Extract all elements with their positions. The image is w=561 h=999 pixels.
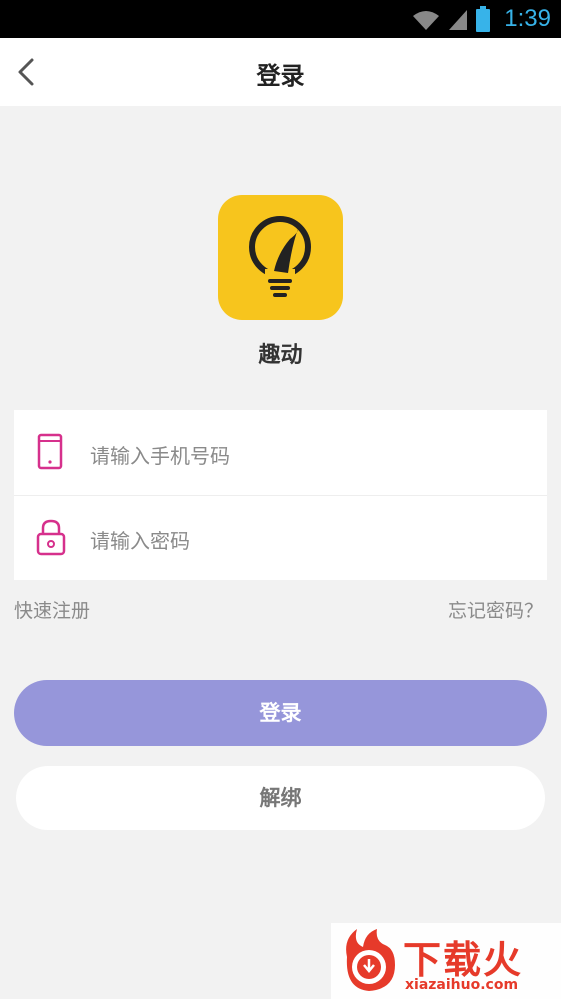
password-input[interactable]: 请输入密码 [90,525,190,554]
unbind-button[interactable]: 解绑 [16,766,545,830]
lightbulb-icon [249,216,311,297]
lock-icon [36,519,66,556]
nav-bar: 登录 [0,38,561,106]
page-title: 登录 [256,62,305,90]
battery-icon [476,6,490,32]
register-link[interactable]: 快速注册 [14,596,90,623]
flame-logo-icon [346,929,395,991]
watermark-url: xiazaihuo.com [405,977,519,993]
password-field[interactable]: 请输入密码 [14,495,547,580]
status-bar: 1:39 [0,0,561,38]
login-button[interactable]: 登录 [14,680,547,746]
signal-icon [449,10,467,30]
phone-icon [37,433,63,470]
login-form: 请输入手机号码 请输入密码 [14,410,547,580]
phone-input[interactable]: 请输入手机号码 [90,440,230,469]
forgot-password-link[interactable]: 忘记密码？ [448,596,543,623]
app-name: 趣动 [258,343,303,368]
watermark: 下载火 xiazaihuo.com [331,923,561,999]
app-logo [218,195,343,320]
phone-field[interactable]: 请输入手机号码 [14,410,547,496]
status-time: 1:39 [504,5,551,32]
wifi-icon [413,11,439,30]
auth-links: 快速注册 忘记密码？ [14,596,547,626]
status-icons [411,6,491,32]
watermark-title: 下载火 [403,938,524,982]
